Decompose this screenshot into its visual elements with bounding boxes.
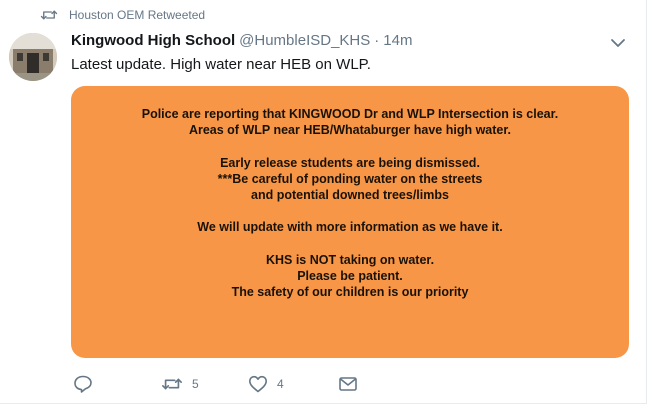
chevron-down-icon[interactable]	[609, 36, 627, 50]
image-text-line: and potential downed trees/limbs	[251, 187, 449, 202]
image-text-block: Police are reporting that KINGWOOD Dr an…	[71, 106, 629, 300]
image-text-line: KHS is NOT taking on water.	[265, 252, 435, 267]
tweet-image[interactable]: Police are reporting that KINGWOOD Dr an…	[71, 86, 629, 358]
heart-icon	[249, 375, 267, 393]
separator-dot: ·	[374, 32, 380, 49]
retweet-context-text[interactable]: Houston OEM Retweeted	[69, 8, 205, 22]
author-name[interactable]: Kingwood High School	[71, 32, 235, 49]
image-text-line: The safety of our children is our priori…	[231, 285, 469, 300]
image-text-line: Areas of WLP near HEB/Whataburger have h…	[188, 123, 512, 138]
envelope-icon	[339, 377, 357, 391]
retweet-icon	[162, 378, 182, 390]
retweet-context: Houston OEM Retweeted	[40, 6, 205, 24]
image-text-spacer	[71, 138, 629, 154]
reply-icon	[74, 375, 92, 393]
author-handle[interactable]: @HumbleISD_KHS	[239, 32, 370, 49]
image-text-spacer	[71, 203, 629, 219]
retweet-icon	[40, 10, 58, 20]
retweet-count: 5	[192, 377, 199, 391]
tweet-text: Latest update. High water near HEB on WL…	[71, 56, 371, 73]
school-building-avatar	[9, 33, 57, 81]
image-text-spacer	[71, 236, 629, 252]
image-text-line: We will update with more information as …	[197, 220, 503, 235]
tweet-header: Kingwood High School @HumbleISD_KHS · 14…	[71, 32, 412, 54]
retweet-button[interactable]: 5	[161, 374, 199, 394]
avatar[interactable]	[9, 33, 57, 81]
reply-button[interactable]	[73, 374, 93, 394]
image-text-line: ***Be careful of ponding water on the st…	[217, 171, 483, 186]
image-text-line: Police are reporting that KINGWOOD Dr an…	[141, 107, 559, 121]
tweet-timestamp[interactable]: 14m	[383, 32, 412, 49]
image-text-line: Early release students are being dismiss…	[220, 155, 480, 170]
image-text-line: Please be patient.	[297, 268, 403, 283]
like-count: 4	[277, 377, 284, 391]
like-button[interactable]: 4	[248, 374, 284, 394]
direct-message-button[interactable]	[338, 374, 358, 394]
